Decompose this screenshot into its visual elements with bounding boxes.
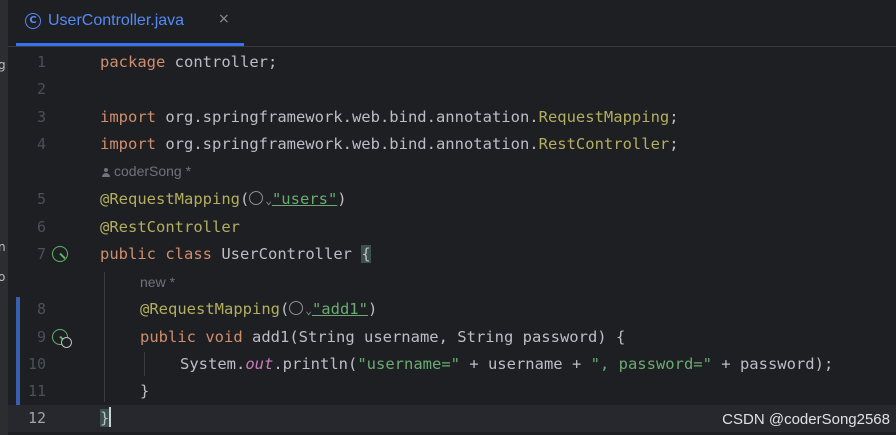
line-number: 3: [36, 108, 46, 126]
paren: ): [367, 300, 378, 318]
web-endpoint-icon: [61, 337, 72, 348]
chevron-down-icon[interactable]: ⌄: [265, 194, 272, 207]
left-tool-strip: g n o: [0, 0, 8, 435]
line-number: 9: [36, 328, 46, 346]
import-class: RequestMapping: [538, 108, 670, 126]
code-line[interactable]: }: [140, 378, 149, 405]
line-number: 1: [36, 53, 46, 71]
brace: }: [140, 382, 150, 400]
string-literal: "username=": [357, 355, 460, 373]
string-literal[interactable]: "add1": [312, 300, 368, 318]
keyword: import: [100, 135, 156, 153]
new-inlay-hint[interactable]: new *: [140, 269, 175, 296]
globe-icon[interactable]: [249, 191, 264, 205]
import-package: org.springframework.web.bind.annotation.: [156, 108, 539, 126]
person-icon: [102, 168, 110, 177]
expression: + username +: [459, 355, 591, 373]
code-line[interactable]: }: [100, 405, 112, 432]
code-line[interactable]: System.out.println("username=" + usernam…: [180, 351, 833, 378]
tab-title: UserController.java: [48, 12, 185, 29]
code-line[interactable]: @RestController: [100, 214, 240, 241]
brace: {: [361, 245, 371, 263]
code-line[interactable]: public class UserController {: [100, 241, 371, 268]
globe-icon[interactable]: [289, 301, 304, 315]
class-name: UserController: [212, 245, 362, 263]
author-inlay-hint[interactable]: coderSong *: [102, 158, 191, 185]
annotation: @RequestMapping: [140, 300, 280, 318]
string-literal[interactable]: "users": [272, 190, 337, 208]
active-tab-indicator: [16, 43, 244, 46]
paren: (: [239, 190, 250, 208]
line-number: 6: [36, 218, 46, 236]
indent-guide: [144, 352, 145, 376]
code-line[interactable]: package controller;: [100, 49, 277, 76]
line-number: 4: [36, 135, 46, 153]
brace: }: [100, 409, 110, 427]
keyword: package: [100, 53, 166, 71]
keyword: class: [165, 245, 213, 263]
expression: + password);: [711, 355, 834, 373]
line-number: 12: [27, 409, 46, 427]
semicolon: ;: [669, 135, 679, 153]
paren: (: [279, 300, 290, 318]
package-name: controller;: [165, 53, 278, 71]
static-field: out: [245, 355, 274, 373]
keyword: public: [140, 328, 196, 346]
chevron-down-icon[interactable]: ⌄: [305, 304, 312, 317]
side-fragment: g: [0, 58, 6, 72]
line-number: 7: [36, 245, 46, 263]
close-icon[interactable]: ×: [218, 11, 230, 27]
watermark: CSDN @coderSong2568: [722, 411, 890, 428]
text-caret: [109, 407, 112, 427]
code-line[interactable]: import org.springframework.web.bind.anno…: [100, 131, 679, 158]
editor-tab-bar: C UserController.java ×: [8, 0, 896, 47]
line-number: 2: [36, 80, 46, 98]
paren: ): [337, 190, 347, 208]
author-hint-text: coderSong *: [114, 163, 192, 179]
line-number: 10: [27, 355, 46, 373]
line-number: 5: [36, 190, 46, 208]
method-signature: add1(String username, String password) {: [242, 328, 626, 346]
keyword: import: [100, 108, 156, 126]
import-class: RestController: [538, 135, 670, 153]
import-package: org.springframework.web.bind.annotation.: [156, 135, 539, 153]
class-c-icon: C: [25, 13, 41, 29]
tab-usercontroller[interactable]: C UserController.java ×: [20, 0, 238, 46]
string-literal: ", password=": [590, 355, 712, 373]
spring-bean-icon[interactable]: [52, 246, 68, 262]
side-fragment: n: [0, 240, 6, 254]
indent-guide: [104, 272, 105, 402]
code-line[interactable]: @RequestMapping( ⌄"add1"): [140, 296, 377, 324]
system-class: System.: [180, 355, 246, 373]
line-number: 8: [36, 300, 46, 318]
code-line[interactable]: @RequestMapping( ⌄"users"): [100, 186, 347, 214]
annotation: @RestController: [100, 218, 240, 236]
side-fragment: o: [0, 270, 6, 284]
keyword: void: [205, 328, 243, 346]
keyword: public: [100, 245, 156, 263]
code-line[interactable]: import org.springframework.web.bind.anno…: [100, 104, 679, 131]
line-number: 11: [27, 382, 46, 400]
code-line[interactable]: public void add1(String username, String…: [140, 324, 625, 351]
method-call: .println(: [273, 355, 358, 373]
annotation: @RequestMapping: [100, 190, 240, 208]
semicolon: ;: [669, 108, 679, 126]
